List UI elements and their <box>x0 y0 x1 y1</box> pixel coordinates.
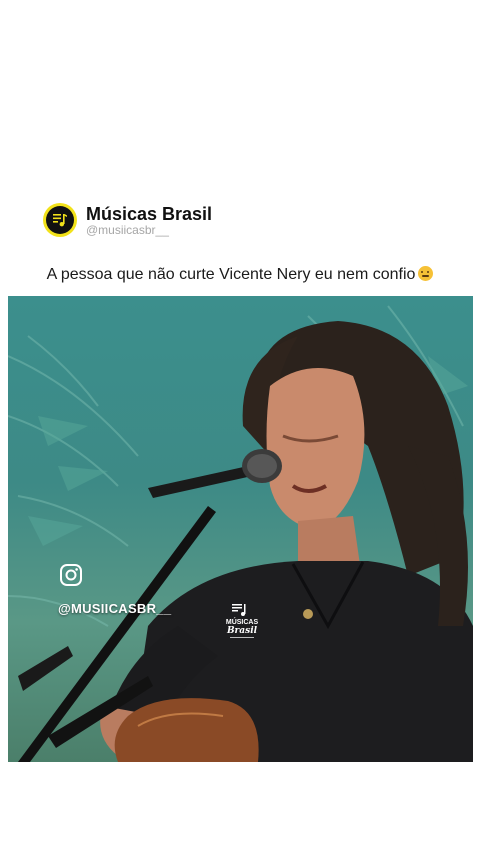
post-caption: A pessoa que não curte Vicente Nery eu n… <box>0 266 480 284</box>
video-overlay-handle: @MUSIICASBR__ <box>58 601 172 616</box>
svg-text:MÚSICAS: MÚSICAS <box>226 617 259 626</box>
video-frame[interactable]: @MUSIICASBR__ MÚSICAS Brasil <box>8 296 473 762</box>
instagram-icon <box>59 563 83 587</box>
caption-text: A pessoa que não curte Vicente Nery eu n… <box>46 266 416 283</box>
account-handle[interactable]: @musiicasbr__ <box>86 223 212 237</box>
post-header: Músicas Brasil @musiicasbr__ <box>43 203 212 237</box>
account-avatar[interactable] <box>43 203 77 237</box>
svg-text:Brasil: Brasil <box>226 626 258 636</box>
video-scene <box>8 305 473 762</box>
brand-watermark-logo: MÚSICAS Brasil <box>222 602 262 644</box>
emoji-icon <box>418 266 434 281</box>
account-name[interactable]: Músicas Brasil <box>86 204 212 224</box>
post-page: Músicas Brasil @musiicasbr__ A pessoa qu… <box>0 0 480 854</box>
performer <box>100 321 473 762</box>
music-note-icon <box>46 206 74 234</box>
